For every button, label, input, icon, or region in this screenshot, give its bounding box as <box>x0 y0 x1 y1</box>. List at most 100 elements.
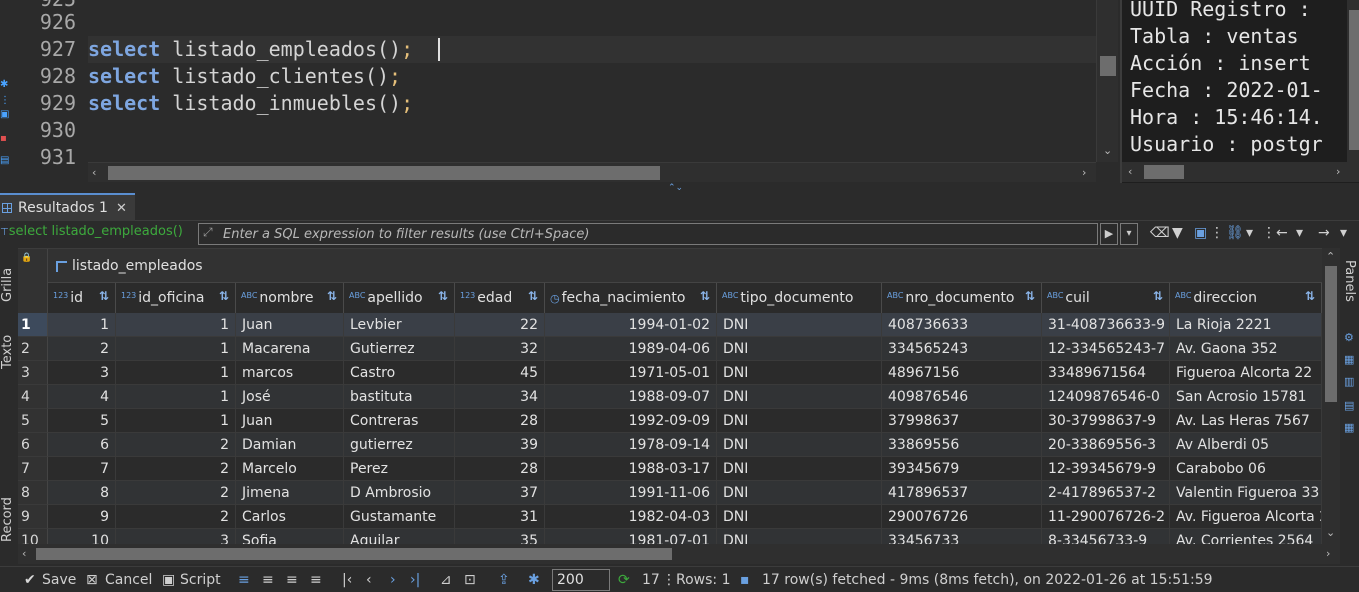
cell-id-oficina[interactable]: 1 <box>116 385 236 409</box>
cell-edad[interactable]: 28 <box>455 457 545 481</box>
cell-edad[interactable]: 37 <box>455 481 545 505</box>
back-arrow-icon[interactable]: ← <box>1276 225 1288 241</box>
scroll-thumb[interactable] <box>1100 56 1116 76</box>
link-icon[interactable]: ⛓ <box>1226 225 1244 241</box>
cell-nombre[interactable]: Juan <box>236 313 344 337</box>
scroll-right-icon[interactable]: › <box>1336 165 1340 179</box>
output-horizontal-scrollbar[interactable]: ‹ › <box>1122 162 1359 182</box>
table-row[interactable]: 1 1 1 Juan Levbier 22 1994-01-02 DNI 408736633 31… <box>18 313 1322 337</box>
cell-direccion[interactable]: Figueroa Alcorta 22 <box>1170 361 1322 385</box>
cell-nro-documento[interactable]: 290076726 <box>882 505 1042 529</box>
fetch-size-input[interactable]: 200 <box>552 569 610 591</box>
column-header-apellido[interactable]: ABC apellido ⇅ <box>344 283 455 313</box>
calendar-icon[interactable]: ▤ <box>1344 400 1356 412</box>
cell-id-oficina[interactable]: 3 <box>116 529 236 544</box>
panels-tab[interactable]: Panels <box>1342 260 1357 302</box>
sort-icon[interactable]: ⇅ <box>1305 289 1315 303</box>
panel-icon[interactable]: ⊿ <box>440 571 452 589</box>
cell-edad[interactable]: 34 <box>455 385 545 409</box>
cell-nro-documento[interactable]: 37998637 <box>882 409 1042 433</box>
sort-icon[interactable]: ⇅ <box>327 289 337 303</box>
sort-icon[interactable]: ⇅ <box>700 289 710 303</box>
cell-fecha-nacimiento[interactable]: 1981-07-01 <box>545 529 717 544</box>
scroll-left-icon[interactable]: ‹ <box>1128 165 1132 179</box>
cell-nro-documento[interactable]: 33869556 <box>882 433 1042 457</box>
format-icon[interactable]: ▣ <box>0 110 10 120</box>
cell-nombre[interactable]: Juan <box>236 409 344 433</box>
cell-id-oficina[interactable]: 1 <box>116 337 236 361</box>
table-row[interactable]: 6 6 2 Damian gutierrez 39 1978-09-14 DNI 3386955… <box>18 433 1322 457</box>
more-icon[interactable]: ⋮ <box>1210 225 1224 241</box>
cell-nombre[interactable]: Sofia <box>236 529 344 544</box>
cell-tipo-documento[interactable]: DNI <box>717 505 882 529</box>
cell-direccion[interactable]: Av. Figueroa Alcorta 2 <box>1170 505 1322 529</box>
grid-vertical-scrollbar[interactable]: ⌃ ⌄ <box>1322 248 1340 544</box>
column-header-tipo-documento[interactable]: ABC tipo_documento <box>717 283 882 313</box>
scroll-thumb[interactable] <box>1144 165 1184 179</box>
output-vertical-scrollbar[interactable] <box>1347 0 1359 162</box>
cell-apellido[interactable]: gutierrez <box>344 433 455 457</box>
cell-tipo-documento[interactable]: DNI <box>717 385 882 409</box>
chevron-down-icon[interactable]: ▾ <box>1246 225 1253 241</box>
sort-icon[interactable]: ⇅ <box>438 289 448 303</box>
fit-icon[interactable]: ⊡ <box>464 571 476 589</box>
cell-fecha-nacimiento[interactable]: 1994-01-02 <box>545 313 717 337</box>
table-row[interactable]: 3 3 1 marcos Castro 45 1971-05-01 DNI 48967156 33… <box>18 361 1322 385</box>
cell-apellido[interactable]: bastituta <box>344 385 455 409</box>
cell-edad[interactable]: 35 <box>455 529 545 544</box>
erase-filter-icon[interactable]: ⌫ <box>1150 225 1170 241</box>
cell-tipo-documento[interactable]: DNI <box>717 313 882 337</box>
table-row[interactable]: 9 9 2 Carlos Gustamante 31 1982-04-03 DNI 290076… <box>18 505 1322 529</box>
cell-fecha-nacimiento[interactable]: 1992-09-09 <box>545 409 717 433</box>
sort-icon[interactable]: ⇅ <box>1025 289 1035 303</box>
cell-nro-documento[interactable]: 409876546 <box>882 385 1042 409</box>
panel-splitter[interactable]: ⌃⌄ <box>0 183 1359 193</box>
results-grid[interactable]: 🔒 listado_empleados 123 id ⇅ 123 id_oficina… <box>18 248 1322 544</box>
cell-tipo-documento[interactable]: DNI <box>717 361 882 385</box>
cell-fecha-nacimiento[interactable]: 1989-04-06 <box>545 337 717 361</box>
edit-row-icon[interactable]: ≡ <box>238 571 250 589</box>
cell-id-oficina[interactable]: 1 <box>116 313 236 337</box>
tab-record-view[interactable]: Record <box>0 488 18 552</box>
scroll-left-icon[interactable]: ‹ <box>92 166 96 180</box>
cell-apellido[interactable]: Contreras <box>344 409 455 433</box>
table-row[interactable]: 2 2 1 Macarena Gutierrez 32 1989-04-06 DNI 33456… <box>18 337 1322 361</box>
cell-fecha-nacimiento[interactable]: 1978-09-14 <box>545 433 717 457</box>
output-panel[interactable]: UUID Registro : Tabla : ventas Acción : … <box>1120 0 1359 183</box>
cell-nombre[interactable]: Marcelo <box>236 457 344 481</box>
cell-nro-documento[interactable]: 33456733 <box>882 529 1042 544</box>
cell-direccion[interactable]: Av. Las Heras 7567 <box>1170 409 1322 433</box>
cell-nro-documento[interactable]: 417896537 <box>882 481 1042 505</box>
filter-box[interactable]: ⤢ <box>198 223 1098 245</box>
chevron-down-icon[interactable]: ▾ <box>1340 225 1347 241</box>
first-page-icon[interactable]: |‹ <box>342 571 352 589</box>
cell-id[interactable]: 4 <box>48 385 116 409</box>
cell-nombre[interactable]: Damian <box>236 433 344 457</box>
filter-input[interactable] <box>223 225 1083 243</box>
chevron-down-icon[interactable]: ▾ <box>1296 225 1303 241</box>
cell-edad[interactable]: 45 <box>455 361 545 385</box>
editor-horizontal-scrollbar[interactable]: ‹ › <box>88 162 1096 182</box>
cell-direccion[interactable]: Carabobo 06 <box>1170 457 1322 481</box>
cell-apellido[interactable]: Gustamante <box>344 505 455 529</box>
active-query-link[interactable]: ⊤select listado_empleados() <box>0 224 183 239</box>
scroll-thumb[interactable] <box>108 166 660 180</box>
cell-id[interactable]: 1 <box>48 313 116 337</box>
apply-filter-button[interactable]: ▶ <box>1100 223 1118 245</box>
cell-id-oficina[interactable]: 1 <box>116 361 236 385</box>
tab-results[interactable]: Resultados 1 ✕ <box>0 193 135 221</box>
column-header-direccion[interactable]: ABC direccion ⇅ <box>1170 283 1322 313</box>
cell-cuil[interactable]: 12409876546-0 <box>1042 385 1170 409</box>
cell-direccion[interactable]: Av. Gaona 352 <box>1170 337 1322 361</box>
column-header-edad[interactable]: 123 edad ⇅ <box>455 283 545 313</box>
scroll-right-icon[interactable]: › <box>1326 547 1330 561</box>
save-button[interactable]: Save <box>42 571 76 589</box>
cell-cuil[interactable]: 33489671564 <box>1042 361 1170 385</box>
cell-fecha-nacimiento[interactable]: 1982-04-03 <box>545 505 717 529</box>
sql-editor[interactable]: ✱ ⋮ ▣ ▪ ▤ 925 926 927 928 929 930 931 se… <box>0 0 1118 183</box>
collapse-handle-icon[interactable]: ⌃⌄ <box>668 183 683 193</box>
cell-edad[interactable]: 32 <box>455 337 545 361</box>
cell-fecha-nacimiento[interactable]: 1988-09-07 <box>545 385 717 409</box>
table-icon[interactable]: ▤ <box>0 156 10 166</box>
cell-apellido[interactable]: Perez <box>344 457 455 481</box>
